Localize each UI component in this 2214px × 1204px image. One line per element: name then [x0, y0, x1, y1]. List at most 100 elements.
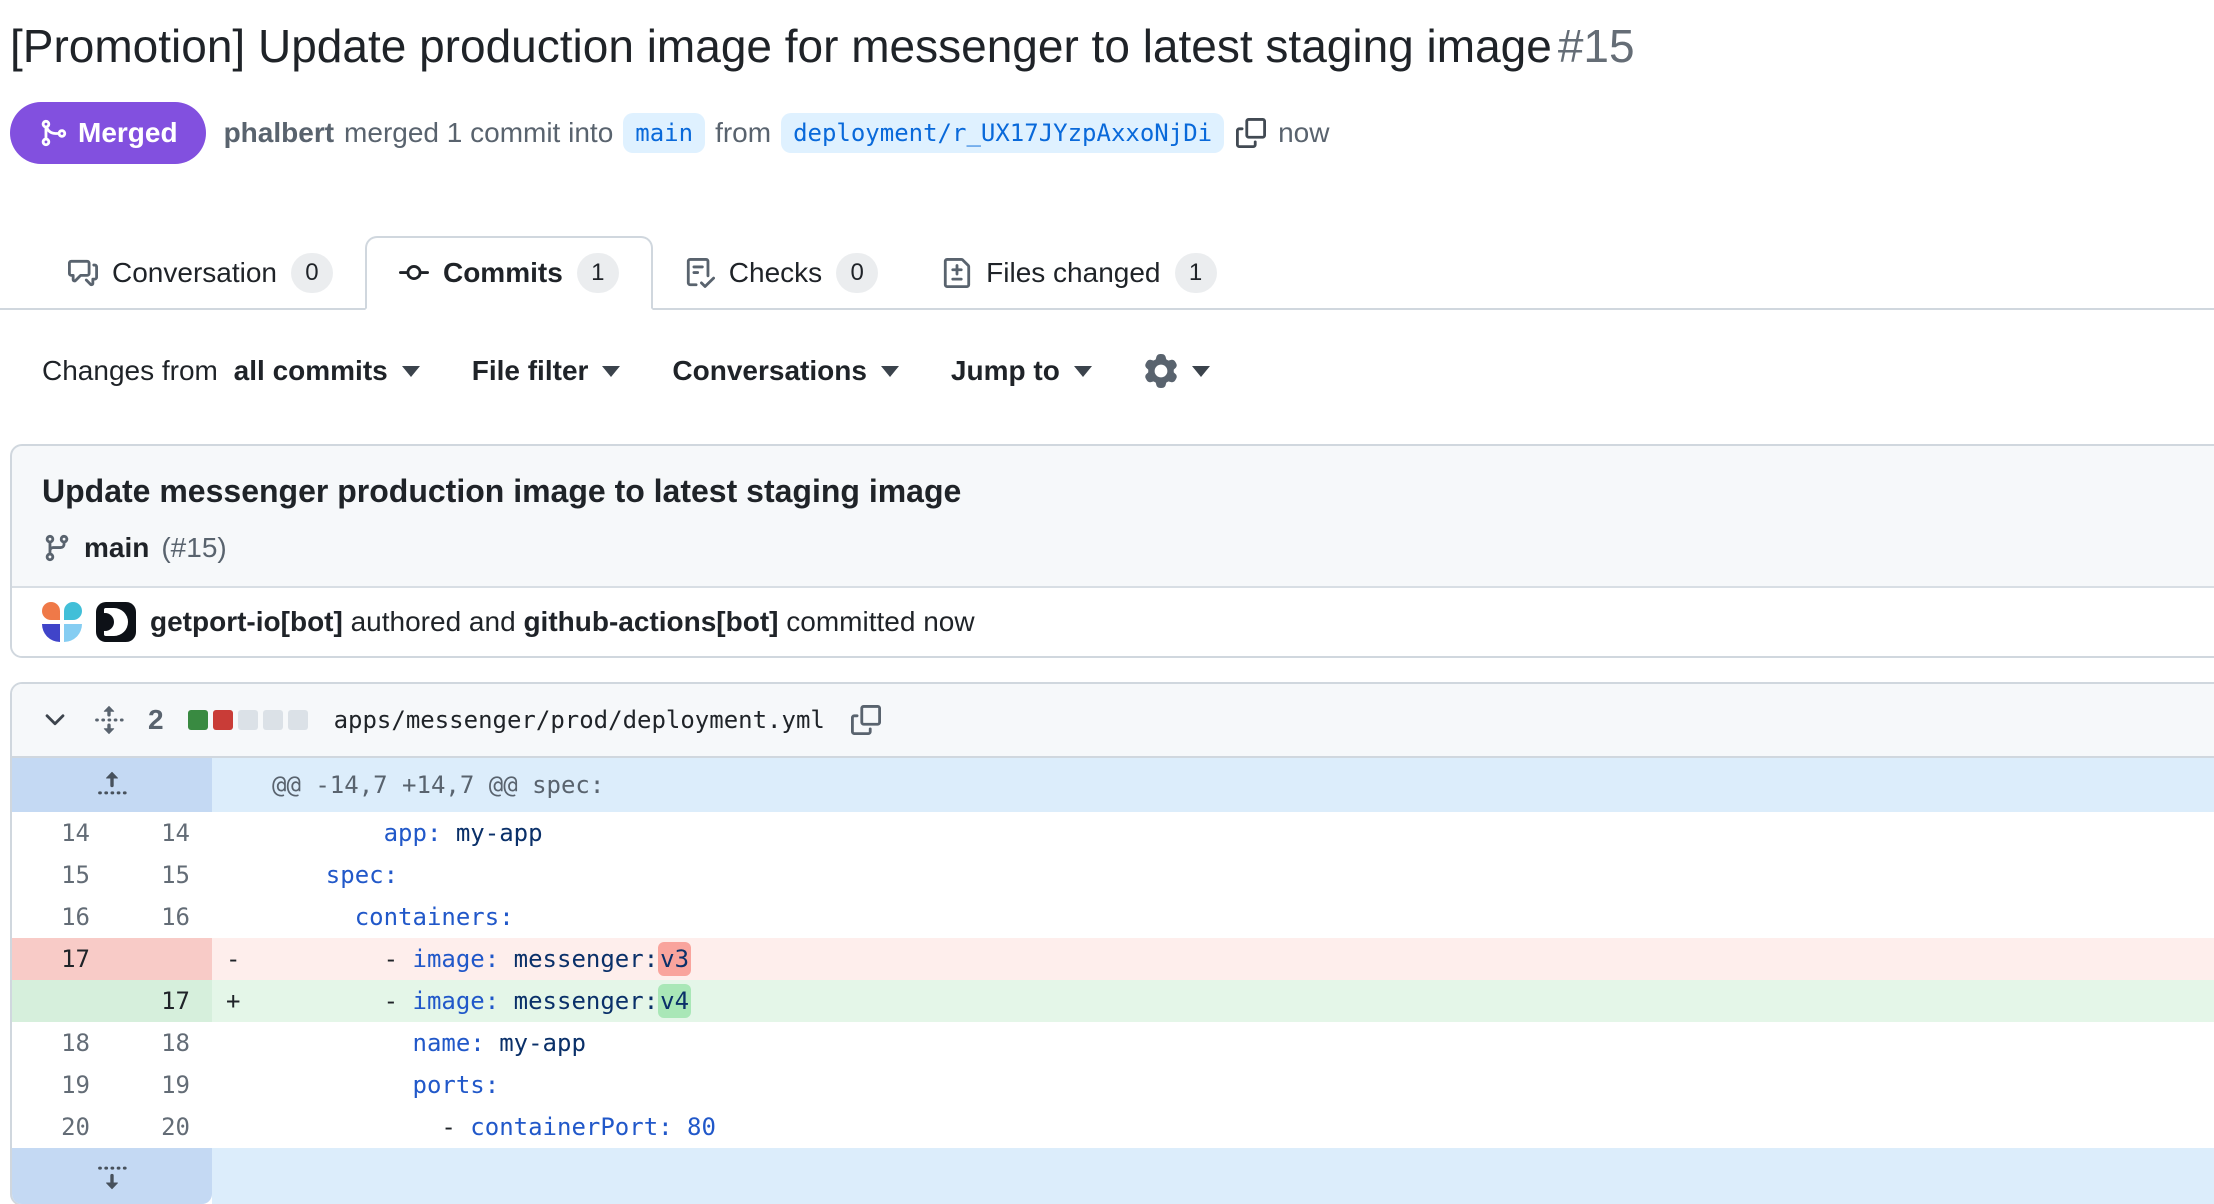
commit-authors-row: getport-io[bot] authored and github-acti…: [12, 588, 2214, 656]
diff-marker: +: [212, 980, 260, 1022]
expand-down-button[interactable]: [12, 1148, 212, 1204]
fold-down-icon: [97, 1161, 127, 1191]
commit-branch-name[interactable]: main: [84, 532, 149, 564]
diff-marker: [212, 1064, 260, 1106]
code-line: - image: messenger:v4: [260, 980, 2214, 1022]
merge-summary: phalbert merged 1 commit into main from …: [224, 113, 1330, 153]
collapse-file-button[interactable]: [40, 705, 70, 735]
diff-file-box: 2 apps/messenger/prod/deployment.yml @@ …: [10, 682, 2214, 1204]
git-branch-icon: [42, 533, 72, 563]
new-line-number[interactable]: 15: [112, 854, 212, 896]
old-line-number[interactable]: 20: [12, 1106, 112, 1148]
code-line: ports:: [260, 1064, 2214, 1106]
diff-row-context: 1616 containers:: [12, 896, 2214, 938]
copy-branch-button[interactable]: [1236, 118, 1266, 148]
tab-counter: 1: [577, 253, 619, 293]
github-actions-bot-avatar[interactable]: [96, 602, 136, 642]
old-line-number[interactable]: 19: [12, 1064, 112, 1106]
file-diff-icon: [942, 258, 972, 288]
file-filter-dropdown[interactable]: File filter: [472, 355, 621, 387]
diff-row-add: 17+ - image: messenger:v4: [12, 980, 2214, 1022]
changes-from-value: all commits: [234, 355, 388, 387]
conversations-dropdown[interactable]: Conversations: [672, 355, 899, 387]
jump-to-dropdown[interactable]: Jump to: [951, 355, 1092, 387]
commit-author-name[interactable]: getport-io[bot]: [150, 606, 343, 637]
merged-state-label: Merged: [78, 117, 178, 149]
old-line-number[interactable]: 14: [12, 812, 112, 854]
caret-down-icon: [1192, 366, 1210, 377]
diff-row-hunk: @@ -14,7 +14,7 @@ spec:: [12, 758, 2214, 812]
tab-label: Commits: [443, 257, 563, 289]
tab-conversation[interactable]: Conversation 0: [36, 238, 365, 308]
expand-up-button[interactable]: [12, 758, 212, 812]
tab-files-changed[interactable]: Files changed 1: [910, 238, 1248, 308]
tab-counter: 0: [291, 253, 333, 293]
code-line: containers:: [260, 896, 2214, 938]
diff-row-del: 17 - - image: messenger:v3: [12, 938, 2214, 980]
code-line: app: my-app: [260, 812, 2214, 854]
tab-counter: 0: [836, 253, 878, 293]
merge-action-text: merged 1 commit into: [344, 117, 613, 149]
new-line-number[interactable]: [112, 938, 212, 980]
merged-state-badge: Merged: [10, 102, 206, 164]
changed-lines-count: 2: [148, 704, 164, 736]
old-line-number[interactable]: 18: [12, 1022, 112, 1064]
commit-branch-row: main (#15): [42, 532, 2214, 564]
diff-marker: -: [212, 938, 260, 980]
tab-label: Files changed: [986, 257, 1160, 289]
old-line-number[interactable]: [12, 980, 112, 1022]
diff-row-context: 1515 spec:: [12, 854, 2214, 896]
new-line-number[interactable]: 16: [112, 896, 212, 938]
tab-checks[interactable]: Checks 0: [653, 238, 910, 308]
new-line-number[interactable]: 19: [112, 1064, 212, 1106]
code-line: name: my-app: [260, 1022, 2214, 1064]
tab-commits[interactable]: Commits 1: [365, 236, 653, 310]
new-line-number[interactable]: 20: [112, 1106, 212, 1148]
diff-marker: [212, 896, 260, 938]
unfold-icon: [94, 705, 124, 735]
copy-icon: [1236, 118, 1266, 148]
new-line-number[interactable]: 18: [112, 1022, 212, 1064]
code-line: - containerPort: 80: [260, 1106, 2214, 1148]
merged-time: now: [1278, 117, 1329, 149]
authored-text: authored and: [351, 606, 516, 637]
pr-title-text: [Promotion] Update production image for …: [10, 20, 1552, 72]
merged-by-user[interactable]: phalbert: [224, 117, 334, 149]
expand-all-button[interactable]: [94, 705, 124, 735]
diff-marker: [212, 854, 260, 896]
diffstat-squares: [188, 710, 308, 730]
jump-to-label: Jump to: [951, 355, 1060, 387]
base-branch-label[interactable]: main: [623, 113, 705, 153]
commit-summary-box: Update messenger production image to lat…: [10, 444, 2214, 658]
copy-icon: [851, 705, 881, 735]
diff-marker: [212, 1106, 260, 1148]
copy-file-path-button[interactable]: [851, 705, 881, 735]
diff-row-context: 1818 name: my-app: [12, 1022, 2214, 1064]
new-line-number[interactable]: 14: [112, 812, 212, 854]
caret-down-icon: [1074, 366, 1092, 377]
fold-up-icon: [97, 770, 127, 800]
diffstat-neutral-square: [263, 710, 283, 730]
pr-title: [Promotion] Update production image for …: [10, 16, 2204, 76]
commit-message[interactable]: Update messenger production image to lat…: [42, 470, 2214, 512]
diff-row-context: 1414 app: my-app: [12, 812, 2214, 854]
caret-down-icon: [402, 366, 420, 377]
file-path[interactable]: apps/messenger/prod/deployment.yml: [334, 706, 825, 734]
expander-filler: [212, 1148, 2214, 1204]
tab-label: Conversation: [112, 257, 277, 289]
changes-from-dropdown[interactable]: Changes from all commits: [42, 355, 420, 387]
old-line-number[interactable]: 16: [12, 896, 112, 938]
getport-bot-avatar[interactable]: [42, 602, 82, 642]
head-branch-label[interactable]: deployment/r_UX17JYzpAxxoNjDi: [781, 113, 1224, 153]
diff-marker: [212, 1022, 260, 1064]
file-header: 2 apps/messenger/prod/deployment.yml: [12, 684, 2214, 758]
old-line-number[interactable]: 17: [12, 938, 112, 980]
code-line: - image: messenger:v3: [260, 938, 2214, 980]
diffstat-add-square: [188, 710, 208, 730]
diff-rows: @@ -14,7 +14,7 @@ spec:1414 app: my-app1…: [12, 758, 2214, 1204]
commit-committer-name[interactable]: github-actions[bot]: [523, 606, 778, 637]
diff-settings-dropdown[interactable]: [1144, 354, 1210, 388]
gear-icon: [1144, 354, 1178, 388]
new-line-number[interactable]: 17: [112, 980, 212, 1022]
old-line-number[interactable]: 15: [12, 854, 112, 896]
